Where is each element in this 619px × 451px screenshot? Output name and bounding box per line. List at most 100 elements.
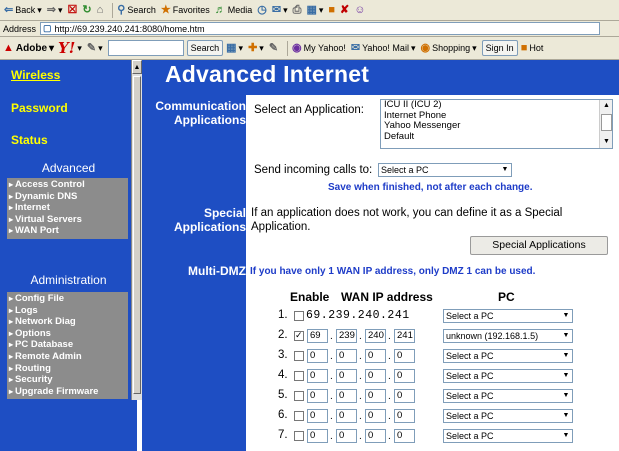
shopping-link[interactable]: ◉ Shopping ▾ bbox=[420, 42, 476, 54]
listbox-scrollbar[interactable]: ▲ ▼ bbox=[599, 100, 612, 148]
dmz-pc-select[interactable]: Select a PC ▼ bbox=[443, 409, 573, 423]
send-calls-select[interactable]: Select a PC ▼ bbox=[378, 163, 512, 177]
bookmark-button[interactable]: ✎ bbox=[269, 42, 278, 54]
sidebar-link-status[interactable]: Status bbox=[11, 133, 48, 147]
wan-ip-octet-field[interactable]: 0 bbox=[365, 429, 386, 443]
yahoo-menu-dropdown[interactable]: ▾ bbox=[77, 43, 82, 54]
dmz-enable-checkbox[interactable] bbox=[294, 311, 304, 321]
sidebar-item-network-diag[interactable]: Network Diag bbox=[7, 316, 128, 328]
home-button[interactable]: ⌂ bbox=[97, 4, 104, 16]
dmz-enable-checkbox[interactable] bbox=[294, 351, 304, 361]
sidebar-link-password[interactable]: Password bbox=[11, 101, 68, 115]
favorites-button[interactable]: ★ Favorites bbox=[161, 4, 210, 16]
wan-ip-octet-field[interactable]: 0 bbox=[365, 369, 386, 383]
sidebar-item-logs[interactable]: Logs bbox=[7, 305, 128, 317]
media-button[interactable]: ♬ Media bbox=[215, 4, 253, 16]
scrollbar-thumb[interactable] bbox=[601, 114, 612, 131]
sidebar-item-remote-admin[interactable]: Remote Admin bbox=[7, 351, 128, 363]
wan-ip-octet-field[interactable]: 0 bbox=[365, 349, 386, 363]
my-yahoo-link[interactable]: ◉ My Yahoo! bbox=[292, 42, 346, 54]
wan-ip-octet-field[interactable]: 0 bbox=[336, 369, 357, 383]
wan-ip-octet-field[interactable]: 239 bbox=[336, 329, 357, 343]
yahoo-mail-link[interactable]: ✉ Yahoo! Mail ▾ bbox=[351, 42, 416, 54]
scroll-up-icon[interactable]: ▲ bbox=[600, 100, 613, 112]
yahoo-search-input[interactable] bbox=[107, 40, 184, 56]
ip-dot-separator: . bbox=[330, 331, 333, 342]
adobe-menu[interactable]: ▲ Adobe ▾ bbox=[3, 42, 54, 54]
wan-ip-octet-field[interactable]: 0 bbox=[336, 409, 357, 423]
scrollbar-thumb[interactable] bbox=[133, 76, 141, 394]
scroll-up-icon[interactable]: ▲ bbox=[132, 60, 142, 74]
wan-ip-octet-field[interactable]: 0 bbox=[307, 429, 328, 443]
sidebar-item-virtual-servers[interactable]: Virtual Servers bbox=[7, 214, 128, 226]
wan-ip-octet-field[interactable]: 0 bbox=[365, 409, 386, 423]
print-button[interactable]: ⎙ bbox=[292, 3, 302, 16]
sidebar-item-pc-database[interactable]: PC Database bbox=[7, 339, 128, 351]
wan-ip-octet-field[interactable]: 0 bbox=[365, 389, 386, 403]
dmz-enable-checkbox[interactable] bbox=[294, 391, 304, 401]
dmz-pc-select[interactable]: Select a PC ▼ bbox=[443, 389, 573, 403]
dmz-pc-select[interactable]: Select a PC ▼ bbox=[443, 309, 573, 323]
list-item[interactable]: ICU II (ICU 2) bbox=[381, 99, 612, 111]
messenger-button[interactable]: ■ bbox=[328, 4, 335, 16]
wan-ip-octet-field[interactable]: 0 bbox=[394, 429, 415, 443]
forward-button[interactable]: ⇒ ▾ bbox=[47, 4, 63, 16]
list-item[interactable]: Default bbox=[381, 131, 612, 143]
sidebar-item-routing[interactable]: Routing bbox=[7, 363, 128, 375]
pencil-button[interactable]: ✎ ▾ bbox=[87, 42, 103, 54]
address-input[interactable]: ▢ http://69.239.240.241:8080/home.htm bbox=[40, 22, 601, 35]
dmz-pc-select[interactable]: Select a PC ▼ bbox=[443, 369, 573, 383]
back-button[interactable]: ⇐ Back ▾ bbox=[4, 4, 42, 16]
sidebar-item-dynamic-dns[interactable]: Dynamic DNS bbox=[7, 191, 128, 203]
refresh-button[interactable]: ↻ bbox=[82, 4, 91, 16]
sidebar-item-wan-port[interactable]: WAN Port bbox=[7, 225, 128, 237]
wan-ip-octet-field[interactable]: 0 bbox=[394, 349, 415, 363]
sidebar-item-options[interactable]: Options bbox=[7, 328, 128, 340]
dmz-enable-checkbox[interactable] bbox=[294, 371, 304, 381]
yahoo-search-button[interactable]: Search bbox=[186, 40, 224, 56]
wan-ip-octet-field[interactable]: 0 bbox=[307, 409, 328, 423]
wan-ip-octet-field[interactable]: 0 bbox=[394, 389, 415, 403]
wan-ip-octet-field[interactable]: 241 bbox=[394, 329, 415, 343]
sidebar-scrollbar[interactable]: ▲ bbox=[131, 60, 142, 400]
sidebar-item-access-control[interactable]: Access Control bbox=[7, 179, 128, 191]
sidebar-item-internet[interactable]: Internet bbox=[7, 202, 128, 214]
dmz-pc-select[interactable]: Select a PC ▼ bbox=[443, 429, 573, 443]
wan-ip-octet-field[interactable]: 0 bbox=[394, 409, 415, 423]
stop-button[interactable]: ☒ bbox=[68, 4, 78, 16]
wan-ip-octet-field[interactable]: 0 bbox=[394, 369, 415, 383]
sidebar-item-upgrade-firmware[interactable]: Upgrade Firmware bbox=[7, 386, 128, 398]
add-button[interactable]: ✚ ▾ bbox=[248, 42, 264, 54]
wan-ip-octet-field[interactable]: 0 bbox=[336, 429, 357, 443]
scroll-down-icon[interactable]: ▼ bbox=[600, 136, 613, 148]
highlight-button[interactable]: ▦ ▾ bbox=[226, 42, 243, 54]
sidebar-link-wireless[interactable]: Wireless bbox=[11, 68, 60, 82]
wan-ip-octet-field[interactable]: 0 bbox=[307, 349, 328, 363]
discuss-button[interactable]: ☺ bbox=[354, 4, 365, 16]
sidebar-item-config-file[interactable]: Config File bbox=[7, 293, 128, 305]
sidebar-item-security[interactable]: Security bbox=[7, 374, 128, 386]
edit-button[interactable]: ▦ ▾ bbox=[306, 4, 323, 16]
dmz-enable-checkbox[interactable] bbox=[294, 330, 304, 341]
print-icon: ⎙ bbox=[292, 3, 302, 16]
wan-ip-octet-field[interactable]: 0 bbox=[307, 369, 328, 383]
list-item[interactable]: Yahoo Messenger bbox=[381, 120, 612, 132]
yahoo-logo[interactable]: Y! bbox=[58, 39, 75, 57]
hot-link[interactable]: ■ Hot bbox=[521, 42, 544, 54]
search-button[interactable]: ⚲ Search bbox=[117, 4, 156, 16]
wan-ip-octet-field[interactable]: 0 bbox=[336, 389, 357, 403]
dmz-enable-checkbox[interactable] bbox=[294, 431, 304, 441]
special-applications-button[interactable]: Special Applications bbox=[470, 236, 608, 255]
research-button[interactable]: ✘ bbox=[340, 4, 349, 16]
wan-ip-octet-field[interactable]: 240 bbox=[365, 329, 386, 343]
wan-ip-octet-field[interactable]: 0 bbox=[336, 349, 357, 363]
application-listbox[interactable]: ICU II (ICU 2) Internet Phone Yahoo Mess… bbox=[380, 99, 613, 149]
sign-in-button[interactable]: Sign In bbox=[481, 40, 518, 56]
wan-ip-octet-field[interactable]: 69 bbox=[307, 329, 328, 343]
dmz-enable-checkbox[interactable] bbox=[294, 411, 304, 421]
history-button[interactable]: ◷ bbox=[257, 4, 267, 16]
dmz-pc-select[interactable]: Select a PC ▼ bbox=[443, 349, 573, 363]
wan-ip-octet-field[interactable]: 0 bbox=[307, 389, 328, 403]
dmz-pc-select[interactable]: unknown (192.168.1.5) ▼ bbox=[443, 329, 573, 343]
mail-button[interactable]: ✉ ▾ bbox=[272, 4, 288, 16]
